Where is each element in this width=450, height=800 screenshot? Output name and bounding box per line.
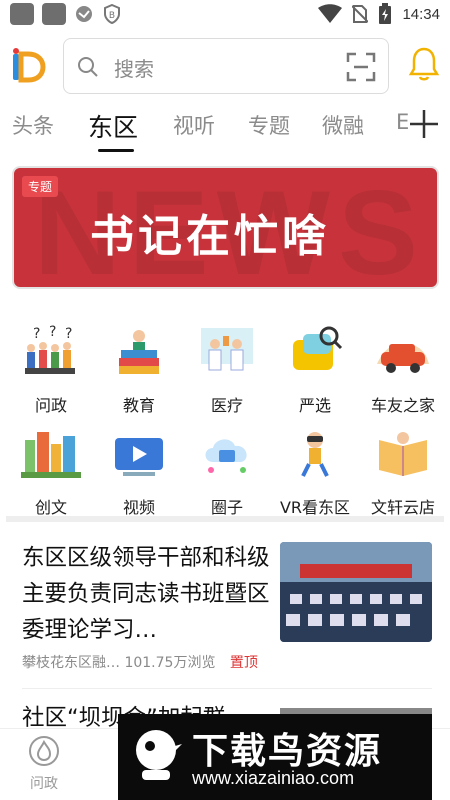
article-meta: 攀枝花东区融… 101.75万浏览 置顶 — [22, 652, 258, 672]
bell-icon[interactable] — [408, 46, 440, 82]
grid-item-bookstore[interactable]: 文轩云店 — [358, 426, 448, 518]
svg-text:?: ? — [65, 326, 72, 342]
car-icon — [377, 344, 429, 373]
grid-item-chuangwen[interactable]: 创文 — [6, 426, 96, 518]
cloud-icon — [205, 439, 247, 473]
nav-label: 问政 — [30, 776, 58, 792]
article-thumbnail — [280, 542, 432, 642]
video-icon — [115, 438, 163, 476]
grid-item-label: 圈子 — [210, 498, 243, 517]
grid-item-label: 视频 — [122, 498, 155, 517]
doctors-icon — [201, 328, 253, 371]
shopping-icon — [293, 326, 343, 370]
grid-item-label: 车友之家 — [370, 396, 435, 415]
grid-item-label: 教育 — [122, 396, 155, 415]
shield-icon: B — [102, 4, 122, 24]
article-title: 东区区级领导干部和科级主要负责同志读书班暨区委理论学习… — [22, 545, 270, 643]
status-bar: B 14:34 — [0, 0, 450, 28]
grid-item-circle[interactable]: 圈子 — [182, 426, 272, 518]
grid-item-video[interactable]: 视频 — [94, 426, 184, 518]
tab-weirong[interactable]: 微融 — [322, 110, 364, 140]
wifi-icon — [318, 4, 343, 23]
search-icon — [78, 57, 98, 77]
tab-dongqu[interactable]: 东区 — [88, 108, 138, 144]
grid-item-education[interactable]: 教育 — [94, 324, 184, 416]
grid-item-wenzheng[interactable]: ? ? ? 问政 — [6, 324, 96, 416]
app-logo — [13, 48, 46, 83]
flame-icon — [29, 736, 59, 766]
no-sim-icon — [352, 5, 369, 23]
question-people-icon: ? ? ? — [25, 324, 75, 374]
books-icon — [119, 330, 159, 374]
grid-item-label: 创文 — [34, 498, 67, 517]
watermark-url: www.xiazainiao.com — [192, 768, 355, 788]
article-views: 101.75万浏览 — [124, 655, 216, 671]
search-input[interactable]: 搜索 — [63, 38, 389, 94]
grid-item-car-club[interactable]: 车友之家 — [358, 324, 448, 416]
app-notification-icon — [42, 3, 66, 25]
book-store-icon — [379, 432, 427, 476]
battery-icon — [379, 3, 392, 24]
grid-item-medical[interactable]: 医疗 — [182, 324, 272, 416]
watermark: 下载鸟资源 www.xiazainiao.com — [118, 714, 432, 800]
vr-icon — [301, 432, 329, 477]
tab-topics[interactable]: 专题 — [248, 110, 290, 140]
tab-headline[interactable]: 头条 — [12, 110, 54, 140]
topic-banner[interactable]: NEWS 专题 书记在忙啥 — [12, 166, 439, 289]
grid-item-label: 文轩云店 — [370, 498, 435, 517]
article-source: 攀枝花东区融… — [22, 655, 120, 671]
app-notification-icon — [10, 3, 34, 25]
search-row: 搜索 — [0, 36, 450, 96]
banner-tag: 专题 — [22, 176, 59, 197]
active-tab-indicator — [98, 149, 134, 152]
watermark-title: 下载鸟资源 — [192, 731, 383, 772]
city-icon — [21, 432, 81, 478]
pinned-badge: 置顶 — [229, 655, 258, 671]
banner-title: 书记在忙啥 — [90, 211, 330, 262]
grid-item-vr[interactable]: VR看东区 — [270, 426, 360, 518]
svg-text:B: B — [109, 11, 115, 21]
tab-audiovisual[interactable]: 视听 — [173, 110, 215, 140]
clock: 14:34 — [402, 5, 440, 23]
nav-item-wenzheng[interactable]: 问政 — [22, 735, 66, 793]
section-divider — [6, 516, 444, 522]
add-channel-icon[interactable] — [406, 106, 442, 142]
article-separator — [22, 688, 432, 689]
grid-item-label: VR看东区 — [279, 498, 351, 517]
grid-item-selection[interactable]: 严选 — [270, 324, 360, 416]
grid-item-label: 医疗 — [210, 396, 243, 415]
svg-text:?: ? — [33, 326, 40, 342]
scan-icon[interactable] — [346, 52, 376, 82]
grid-item-label: 问政 — [34, 396, 67, 415]
cat-notification-icon — [74, 4, 94, 24]
grid-item-label: 严选 — [298, 396, 331, 415]
svg-text:?: ? — [49, 324, 56, 340]
bird-logo-icon — [136, 730, 182, 780]
search-placeholder: 搜索 — [114, 57, 154, 81]
channel-tabs: 头条 东区 视听 专题 微融 E — [0, 106, 450, 154]
